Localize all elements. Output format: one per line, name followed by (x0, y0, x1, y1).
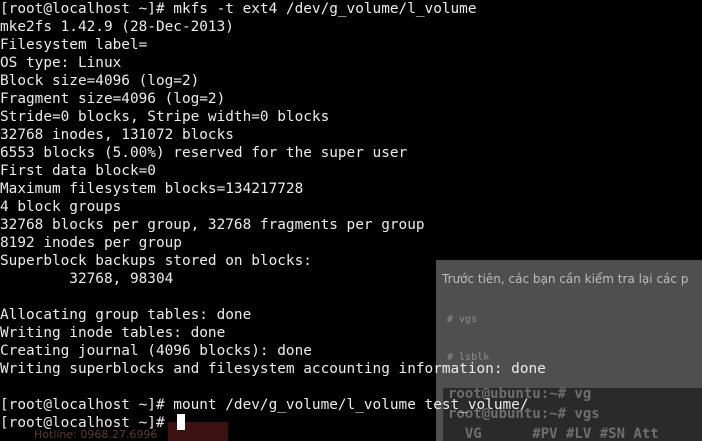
terminal-line: 4 block groups (0, 199, 122, 215)
terminal-line-command: [root@localhost ~]# mkfs -t ext4 /dev/g_… (0, 1, 477, 17)
terminal-output[interactable]: [root@localhost ~]# mkfs -t ext4 /dev/g_… (0, 0, 702, 441)
terminal-line: Writing inode tables: done (0, 325, 226, 341)
terminal-cursor (177, 414, 186, 430)
terminal-line: Creating journal (4096 blocks): done (0, 343, 312, 359)
terminal-line: Superblock backups stored on blocks: (0, 253, 312, 269)
terminal-line: Stride=0 blocks, Stripe width=0 blocks (0, 109, 330, 125)
screen: Trước tiên, các bạn cần kiểm tra lại các… (0, 0, 702, 441)
terminal-line: 32768 blocks per group, 32768 fragments … (0, 217, 425, 233)
terminal-line: mke2fs 1.42.9 (28-Dec-2013) (0, 19, 234, 35)
terminal-line: Filesystem label= (0, 37, 148, 53)
terminal-line: Maximum filesystem blocks=134217728 (0, 181, 304, 197)
terminal-line: Block size=4096 (log=2) (0, 73, 200, 89)
terminal-line: 32768 inodes, 131072 blocks (0, 127, 234, 143)
terminal-line: First data block=0 (0, 163, 156, 179)
terminal-line: Fragment size=4096 (log=2) (0, 91, 226, 107)
terminal-line-command: [root@localhost ~]# mount /dev/g_volume/… (0, 397, 529, 413)
terminal-line: Allocating group tables: done (0, 307, 252, 323)
terminal-line: 6553 blocks (5.00%) reserved for the sup… (0, 145, 408, 161)
terminal-prompt-line[interactable]: [root@localhost ~]# (0, 414, 186, 432)
terminal-line: 8192 inodes per group (0, 235, 182, 251)
terminal-prompt: [root@localhost ~]# (0, 415, 174, 431)
terminal-line: Writing superblocks and filesystem accou… (0, 361, 546, 377)
terminal-line: OS type: Linux (0, 55, 122, 71)
terminal-line: 32768, 98304 (0, 271, 174, 287)
